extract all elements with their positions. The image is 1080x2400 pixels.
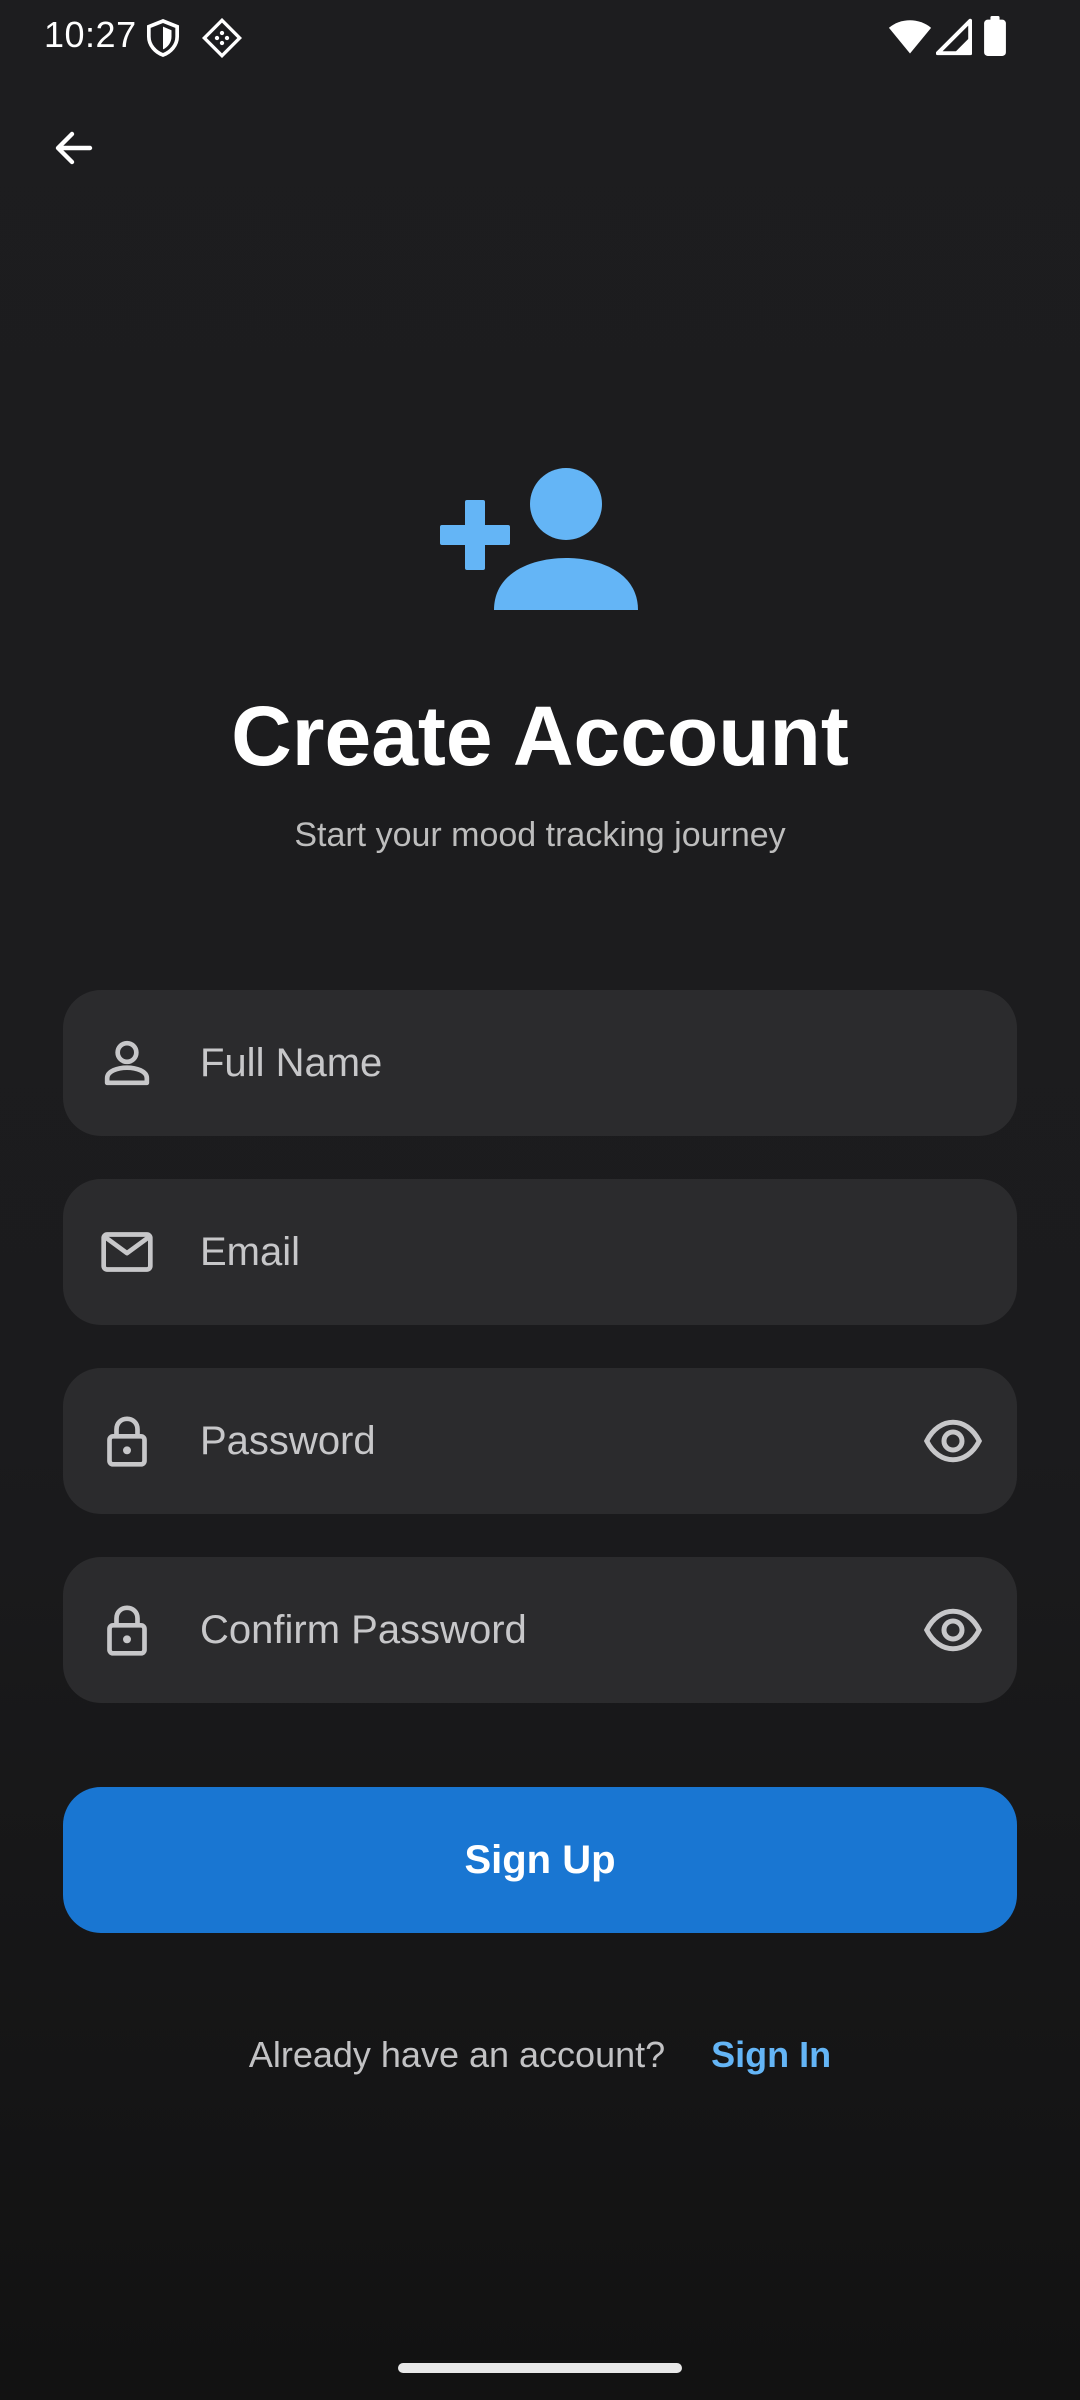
mail-icon xyxy=(101,1232,153,1272)
eye-icon xyxy=(923,1419,983,1463)
full-name-input[interactable] xyxy=(200,990,820,1136)
status-time: 10:27 xyxy=(44,14,137,55)
person-icon xyxy=(104,1040,150,1086)
home-indicator[interactable] xyxy=(398,2363,682,2373)
sign-in-prompt: Already have an account? xyxy=(248,2034,666,2075)
signup-screen: 10:27 Create Account Start your mood tra… xyxy=(0,0,1080,2400)
email-field[interactable] xyxy=(63,1179,1017,1325)
confirm-password-visibility-toggle[interactable] xyxy=(917,1594,989,1666)
person-add-icon xyxy=(440,468,638,610)
password-visibility-toggle[interactable] xyxy=(917,1405,989,1477)
full-name-field[interactable] xyxy=(63,990,1017,1136)
sign-in-row: Already have an account? Sign In xyxy=(0,2034,1080,2076)
eye-icon xyxy=(923,1608,983,1652)
page-subtitle: Start your mood tracking journey xyxy=(294,816,786,854)
wifi-icon xyxy=(888,20,932,54)
sign-in-link[interactable]: Sign In xyxy=(711,2034,831,2075)
sign-up-button[interactable]: Sign Up xyxy=(63,1787,1017,1933)
password-field[interactable] xyxy=(63,1368,1017,1514)
back-button[interactable] xyxy=(36,110,112,186)
arrow-back-icon xyxy=(55,131,93,165)
password-input[interactable] xyxy=(200,1368,820,1514)
status-bar: 10:27 xyxy=(0,0,1080,72)
shield-icon xyxy=(146,19,180,57)
page-title: Create Account xyxy=(231,689,849,783)
confirm-password-input[interactable] xyxy=(200,1557,820,1703)
confirm-password-field[interactable] xyxy=(63,1557,1017,1703)
lock-icon xyxy=(107,1605,147,1656)
lock-icon xyxy=(107,1416,147,1467)
email-input[interactable] xyxy=(200,1179,820,1325)
vpn-diamond-icon xyxy=(202,18,242,58)
signal-icon xyxy=(936,18,972,56)
battery-icon xyxy=(984,16,1006,56)
